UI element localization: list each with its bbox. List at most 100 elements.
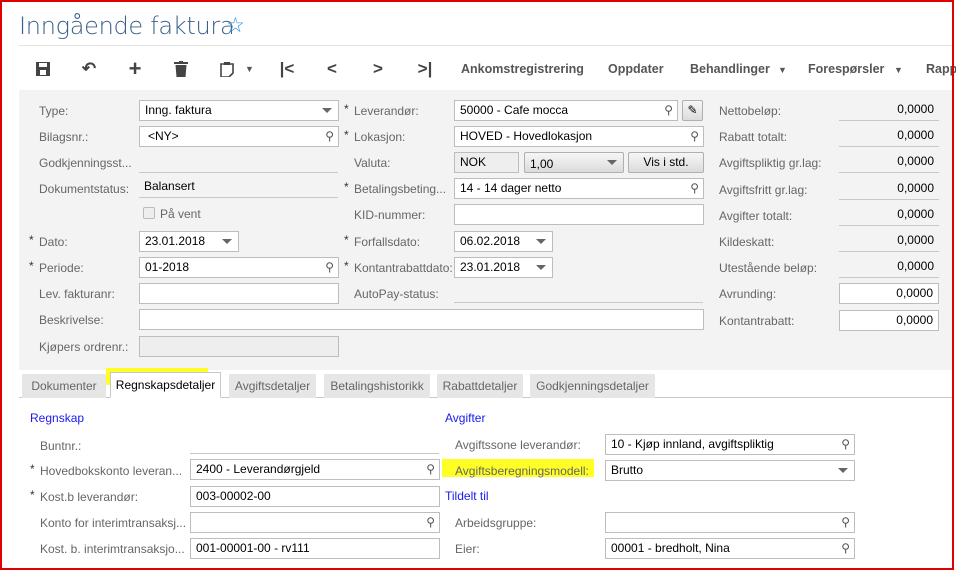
forfallsdato-picker[interactable]: 06.02.2018 xyxy=(454,231,553,252)
search-icon[interactable]: ⚲ xyxy=(426,515,435,529)
dropdown-arrow-icon xyxy=(536,265,546,270)
kostb-leverandor-input[interactable]: 003-00002-00 xyxy=(190,486,440,507)
tab-rabattdetaljer[interactable]: Rabattdetaljer xyxy=(437,374,523,398)
dokumentstatus-label: Dokumentstatus: xyxy=(39,182,130,196)
last-icon[interactable]: >| xyxy=(414,58,436,80)
kostb-interim-label: Kost. b. interimtransaksjo... xyxy=(40,542,185,556)
eier-input[interactable]: 00001 - bredholt, Nina ⚲ xyxy=(605,538,855,559)
dokumentstatus-field: Balansert xyxy=(139,177,338,198)
regnskap-section-title: Regnskap xyxy=(30,411,85,425)
lev-fakturanr-input[interactable] xyxy=(139,283,339,304)
konto-interim-label: Konto for interimtransaksj... xyxy=(40,516,187,530)
arbeidsgruppe-input[interactable]: ⚲ xyxy=(605,512,855,533)
previous-icon[interactable]: < xyxy=(321,58,343,80)
search-icon[interactable]: ⚲ xyxy=(690,181,699,195)
required-marker: * xyxy=(29,259,34,273)
divider xyxy=(19,45,954,46)
kontantrabattdato-picker[interactable]: 23.01.2018 xyxy=(454,257,553,278)
search-icon[interactable]: ⚲ xyxy=(426,462,435,476)
kid-input[interactable] xyxy=(454,204,704,225)
type-value: Inng. faktura xyxy=(145,103,212,117)
kostb-interim-input[interactable]: 001-00001-00 - rv111 xyxy=(190,538,440,559)
behandlinger-menu[interactable]: Behandlinger xyxy=(690,62,770,76)
dato-label: Dato: xyxy=(39,235,68,249)
type-label: Type: xyxy=(39,104,69,118)
total-value[interactable]: 0,0000 xyxy=(839,309,939,331)
leverandor-input[interactable]: 50000 - Cafe mocca ⚲ xyxy=(454,100,678,121)
vis-i-std-button[interactable]: Vis i std. xyxy=(628,152,704,173)
total-value: 0,0000 xyxy=(839,152,939,174)
search-icon[interactable]: ⚲ xyxy=(841,437,850,451)
tab-avgiftsdetaljer[interactable]: Avgiftsdetaljer xyxy=(229,374,316,398)
total-value: 0,0000 xyxy=(839,205,939,226)
add-icon[interactable]: + xyxy=(124,58,146,80)
total-value[interactable]: 0,0000 xyxy=(839,283,939,305)
kurs-value: 1,00 xyxy=(530,157,554,171)
paste-dropdown-icon[interactable]: ▼ xyxy=(245,64,254,74)
dropdown-arrow-icon xyxy=(536,239,546,244)
lokasjon-input[interactable]: HOVED - Hovedlokasjon ⚲ xyxy=(454,126,704,147)
kontantrabattdato-label: Kontantrabattdato: xyxy=(354,261,453,275)
konto-interim-input[interactable]: ⚲ xyxy=(190,512,440,533)
total-label: Avgiftspliktig gr.lag: xyxy=(719,156,822,171)
godkjenning-field xyxy=(139,152,338,173)
oppdater-button[interactable]: Oppdater xyxy=(608,62,664,76)
edit-pencil-button[interactable]: ✎ xyxy=(682,100,703,121)
leverandor-label: Leverandør: xyxy=(354,104,419,118)
type-select[interactable]: Inng. faktura xyxy=(139,100,339,121)
search-icon[interactable]: ⚲ xyxy=(841,515,850,529)
search-icon[interactable]: ⚲ xyxy=(841,541,850,555)
ankomstregistrering-button[interactable]: Ankomstregistrering xyxy=(461,62,584,76)
pa-vent-checkbox[interactable] xyxy=(143,207,155,219)
kurs-select[interactable]: 1,00 xyxy=(524,152,624,173)
hovedbokskonto-input[interactable]: 2400 - Leverandørgjeld ⚲ xyxy=(190,459,440,480)
rapporter-menu[interactable]: Rapp xyxy=(926,62,956,76)
avgiftssone-input[interactable]: 10 - Kjøp innland, avgiftspliktig ⚲ xyxy=(605,434,855,455)
total-value: 0,0000 xyxy=(839,257,939,279)
betalingsbetingelser-input[interactable]: 14 - 14 dager netto ⚲ xyxy=(454,178,704,199)
godkjenning-label: Godkjenningsst... xyxy=(39,156,132,170)
valuta-field: NOK xyxy=(454,152,519,173)
avgiftssone-label: Avgiftssone leverandør: xyxy=(455,438,581,452)
beskrivelse-label: Beskrivelse: xyxy=(39,313,104,327)
search-icon[interactable]: ⚲ xyxy=(325,129,334,143)
dato-value: 23.01.2018 xyxy=(145,234,206,248)
foresporsler-menu[interactable]: Forespørsler xyxy=(808,62,884,76)
undo-icon[interactable]: ↶ xyxy=(78,58,100,80)
paste-icon[interactable] xyxy=(216,58,238,80)
kjopers-ordrenr-label: Kjøpers ordrenr.: xyxy=(39,340,129,354)
search-icon[interactable]: ⚲ xyxy=(690,129,699,143)
search-icon[interactable]: ⚲ xyxy=(325,260,334,274)
periode-label: Periode: xyxy=(39,261,84,275)
tab-regnskapsdetaljer[interactable]: Regnskapsdetaljer xyxy=(110,372,221,398)
star-outline-icon[interactable]: ☆ xyxy=(226,13,245,38)
bilag-label: Bilagsnr.: xyxy=(39,130,89,144)
required-marker: * xyxy=(344,180,349,194)
avgiftsberegningsmodell-select[interactable]: Brutto xyxy=(605,460,855,481)
betaling-value: 14 - 14 dager netto xyxy=(460,181,562,195)
lev-fakturanr-label: Lev. fakturanr: xyxy=(39,287,115,301)
total-label: Kontantrabatt: xyxy=(719,313,795,328)
dato-picker[interactable]: 23.01.2018 xyxy=(139,231,239,252)
required-marker: * xyxy=(344,128,349,142)
eier-label: Eier: xyxy=(455,542,480,556)
autopay-label: AutoPay-status: xyxy=(354,287,439,301)
next-icon[interactable]: > xyxy=(367,58,389,80)
periode-value: 01-2018 xyxy=(145,260,190,274)
bilag-input[interactable]: <NY> ⚲ xyxy=(139,126,339,147)
first-icon[interactable]: |< xyxy=(276,58,298,80)
beskrivelse-input[interactable] xyxy=(139,309,704,330)
chevron-down-icon: ▼ xyxy=(778,65,787,75)
save-icon[interactable] xyxy=(32,58,54,80)
delete-icon[interactable] xyxy=(170,58,192,80)
tab-godkjenningsdetaljer[interactable]: Godkjenningsdetaljer xyxy=(530,374,655,398)
tab-betalingshistorikk[interactable]: Betalingshistorikk xyxy=(324,374,430,398)
autopay-field xyxy=(454,282,703,303)
tab-dokumenter[interactable]: Dokumenter xyxy=(22,374,106,398)
total-label: Kildeskatt: xyxy=(719,235,775,249)
eier-value: 00001 - bredholt, Nina xyxy=(611,541,730,555)
periode-input[interactable]: 01-2018 ⚲ xyxy=(139,257,339,278)
search-icon[interactable]: ⚲ xyxy=(664,103,673,117)
lokasjon-value: HOVED - Hovedlokasjon xyxy=(460,129,593,143)
required-marker: * xyxy=(344,233,349,247)
